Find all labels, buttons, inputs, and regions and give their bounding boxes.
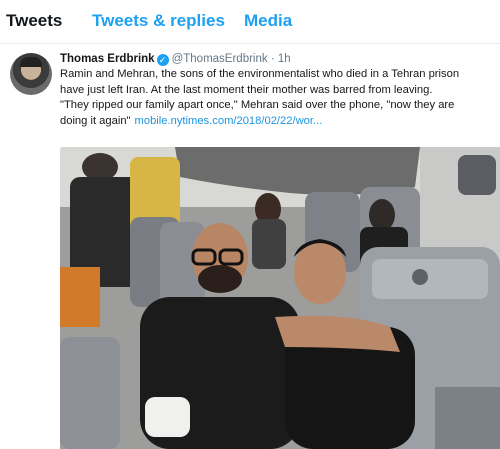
verified-badge-icon: ✓ xyxy=(156,54,169,66)
tweet-timestamp[interactable]: 1h xyxy=(278,53,291,65)
avatar[interactable] xyxy=(10,53,52,95)
tab-tweets-and-replies[interactable]: Tweets & replies xyxy=(92,11,225,31)
tab-tweets[interactable]: Tweets xyxy=(6,11,62,31)
tab-media[interactable]: Media xyxy=(244,11,292,31)
article-link[interactable]: mobile.nytimes.com/2018/02/22/wor... xyxy=(135,115,323,127)
tweet[interactable]: Thomas Erdbrink ✓ @ThomasErdbrink · 1h Ram… xyxy=(0,45,500,449)
tweet-text: Ramin and Mehran, the sons of the enviro… xyxy=(60,67,500,129)
profile-tabs: Tweets Tweets & replies Media xyxy=(0,0,500,44)
author-name[interactable]: Thomas Erdbrink xyxy=(60,53,155,65)
tweet-text-line: doing it again" xyxy=(60,114,131,127)
tweet-text-line: have just left Iran. At the last moment … xyxy=(60,83,433,96)
tweet-header: Thomas Erdbrink ✓ @ThomasErdbrink · 1h xyxy=(60,53,291,66)
author-handle[interactable]: @ThomasErdbrink xyxy=(172,53,268,65)
tweet-text-line: Ramin and Mehran, the sons of the enviro… xyxy=(60,68,460,80)
tweet-text-line: "They ripped our family apart once," Meh… xyxy=(60,99,455,111)
airplane-cabin-photo xyxy=(60,147,500,449)
tweet-text-line-last: doing it again" mobile.nytimes.com/2018/0… xyxy=(60,114,500,130)
separator-dot: · xyxy=(270,53,275,65)
tweet-photo[interactable] xyxy=(60,147,500,449)
